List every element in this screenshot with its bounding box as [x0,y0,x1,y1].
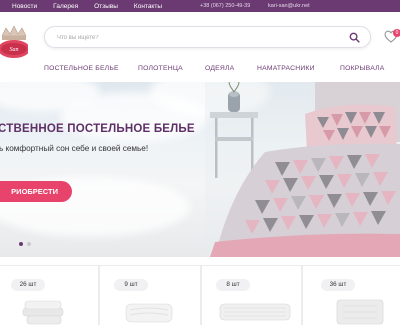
product-count-badge: 9 шт [114,279,148,291]
product-card[interactable]: 9 шт [99,265,201,325]
search-input[interactable] [57,31,337,44]
email-address[interactable]: kari-san@ukr.net [268,0,310,12]
folded-towels-image [22,300,64,325]
hero-title: СТВЕННОЕ ПОСТЕЛЬНОЕ БЕЛЬЕ [0,123,195,135]
top-nav-contacts[interactable]: Контакты [126,3,170,10]
top-nav: Новости Галерея Отзывы Контакты [0,0,170,12]
category-bed-linen[interactable]: ПОСТЕЛЬНОЕ БЕЛЬЕ [44,65,119,72]
top-nav-reviews[interactable]: Отзывы [86,3,126,10]
product-cards: 26 шт 9 шт 8 шт 36 шт [0,265,400,325]
product-count-badge: 36 шт [321,279,355,291]
top-nav-gallery[interactable]: Галерея [45,3,86,10]
mattress-pad-image [219,303,291,321]
product-count-badge: 8 шт [216,279,250,291]
folded-blanket-image [125,303,173,323]
search-icon[interactable] [349,32,360,43]
svg-text:San: San [10,47,19,53]
category-bedspreads[interactable]: ПОКРЫВАЛА [340,65,384,72]
hero-subtitle: ь комфортный сон себе и своей семье! [0,144,149,153]
bedspread-image [336,299,384,325]
product-card[interactable]: 26 шт [0,265,99,325]
slider-dot[interactable] [27,242,31,246]
top-nav-news[interactable]: Новости [4,3,45,10]
brand-logo[interactable]: San [0,22,30,66]
slider-dots [19,242,31,246]
favorites-count-badge: 0 [393,29,400,37]
category-towels[interactable]: ПОЛОТЕНЦА [138,65,183,72]
product-card[interactable]: 8 шт [201,265,302,325]
buy-button[interactable]: РИОБРЕСТИ [0,181,72,202]
product-count-badge: 26 шт [11,279,45,291]
slider-dot[interactable] [19,242,23,246]
category-mattress-pads[interactable]: НАМАТРАСНИКИ [257,65,315,72]
crown-logo-icon: San [0,25,30,58]
phone-number[interactable]: +38 (067) 250-49-39 [200,0,250,12]
category-blankets[interactable]: ОДЕЯЛА [205,65,234,72]
product-card[interactable]: 36 шт [302,265,400,325]
bedroom-scene-image [205,82,400,257]
top-bar: Новости Галерея Отзывы Контакты +38 (067… [0,0,400,12]
hero-banner: СТВЕННОЕ ПОСТЕЛЬНОЕ БЕЛЬЕ ь комфортный с… [0,82,400,257]
search-bar [44,26,371,48]
